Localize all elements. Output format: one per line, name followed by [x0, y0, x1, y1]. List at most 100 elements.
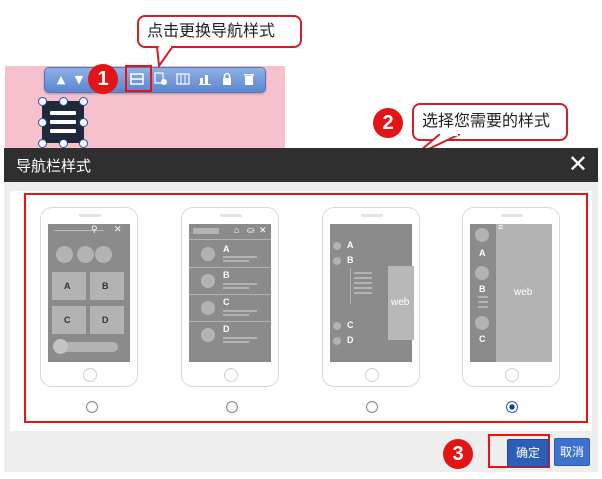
lock-icon[interactable] [219, 72, 235, 88]
search-icon: ⚲ [91, 224, 98, 234]
sub-item-line [478, 296, 488, 298]
menu-icon-bar [50, 120, 76, 124]
resize-handle[interactable] [38, 118, 47, 127]
trash-icon[interactable] [241, 72, 257, 88]
nav-element[interactable] [42, 101, 84, 143]
web-panel: web [388, 266, 414, 340]
phone-screen: A B C D web [330, 224, 414, 362]
phone-screen: ⌂ ⛀ ✕ A B C D [189, 224, 271, 362]
phone-home-button [365, 368, 379, 382]
resize-handle[interactable] [59, 139, 68, 148]
phone-speaker [79, 214, 101, 217]
sub-item-line [354, 277, 372, 279]
list-avatar [333, 337, 341, 345]
resize-handle[interactable] [38, 139, 47, 148]
style-radio-3[interactable] [366, 401, 378, 413]
phone-speaker [361, 214, 383, 217]
style-option-2[interactable]: ⌂ ⛀ ✕ A B C D [181, 207, 279, 387]
sidebar-avatar [475, 316, 489, 330]
resize-handle[interactable] [79, 118, 88, 127]
list-avatar [201, 301, 215, 315]
avatar-circle [95, 246, 112, 263]
home-icon: ⌂ [234, 225, 240, 235]
sub-item-line [354, 292, 372, 294]
drawer-item-label: D [347, 335, 354, 345]
web-area-label: web [514, 287, 533, 298]
chevron-up-icon[interactable]: ▲ [53, 72, 69, 88]
resize-handle[interactable] [79, 97, 88, 106]
list-line [223, 341, 249, 343]
list-line [223, 260, 249, 262]
list-line [223, 287, 249, 289]
resize-handle[interactable] [38, 97, 47, 106]
phone-home-button [83, 368, 97, 382]
sub-item-line [354, 282, 372, 284]
phone-screen: web ≡ A B C [470, 222, 552, 362]
nav-style-highlight [125, 65, 152, 92]
grid-cell: B [90, 272, 124, 300]
grid-cell: A [52, 272, 86, 300]
style-radio-4[interactable] [506, 401, 518, 413]
confirm-button[interactable]: 确定 [507, 439, 549, 467]
list-line [223, 337, 257, 339]
step-1-badge: 1 [88, 64, 118, 94]
list-item-label: D [223, 324, 230, 334]
sidebar-item-label: A [479, 248, 486, 258]
list-avatar [201, 274, 215, 288]
list-line [223, 310, 257, 312]
drawer-item-label: B [347, 255, 354, 265]
list-avatar [333, 257, 341, 265]
list-line [223, 256, 257, 258]
header-bar [193, 228, 219, 234]
divider [189, 267, 271, 268]
step-1-pointer [155, 46, 175, 68]
divider [189, 239, 271, 240]
avatar-circle [77, 246, 94, 263]
element-toolbar: ▲ ▼ [44, 67, 266, 93]
sidebar-item-label: B [479, 284, 486, 294]
style-options-panel: ⚲ ✕ A B C D ⌂ ⛀ ✕ A B C D A B C D web we… [24, 193, 588, 423]
step-3-badge: 3 [443, 439, 473, 469]
chart-icon[interactable] [197, 72, 213, 88]
phone-speaker [220, 214, 242, 217]
sliders-icon[interactable] [175, 72, 191, 88]
resize-handle[interactable] [59, 97, 68, 106]
web-area: web [496, 224, 552, 362]
slider-knob [53, 339, 68, 354]
style-option-3[interactable]: A B C D web [322, 207, 420, 387]
chevron-down-icon[interactable]: ▼ [71, 72, 87, 88]
phone-screen: ⚲ ✕ A B C D [48, 224, 130, 362]
resize-handle[interactable] [79, 139, 88, 148]
list-avatar [333, 322, 341, 330]
phone-home-button [505, 368, 519, 382]
list-item-label: B [223, 270, 230, 280]
style-option-1[interactable]: ⚲ ✕ A B C D [40, 207, 138, 387]
avatar-circle [56, 246, 73, 263]
step-1-callout: 点击更换导航样式 [137, 15, 302, 48]
settings-icon[interactable] [153, 72, 169, 88]
list-item-label: A [223, 244, 230, 254]
cancel-button[interactable]: 取消 [554, 438, 590, 466]
list-line [223, 314, 249, 316]
sub-item-line [478, 301, 488, 303]
cart-icon: ⛀ [247, 225, 255, 235]
sidebar-avatar [475, 228, 489, 242]
style-radio-2[interactable] [226, 401, 238, 413]
close-icon[interactable]: ✕ [568, 151, 588, 177]
list-item-label: C [223, 297, 230, 307]
list-avatar [201, 247, 215, 261]
phone-speaker [501, 214, 523, 217]
phone-home-button [224, 368, 238, 382]
menu-icon-bar [50, 111, 76, 115]
divider [189, 321, 271, 322]
modal-title: 导航栏样式 [16, 158, 92, 175]
list-avatar [201, 328, 215, 342]
style-radio-1[interactable] [86, 401, 98, 413]
sub-item-line [354, 272, 372, 274]
sidebar-item-label: C [479, 334, 486, 344]
drawer-item-label: A [347, 240, 354, 250]
menu-icon-bar [50, 129, 76, 133]
drawer-item-label: C [347, 320, 354, 330]
sidebar-avatar [475, 266, 489, 280]
style-option-4[interactable]: web ≡ A B C [462, 207, 560, 387]
